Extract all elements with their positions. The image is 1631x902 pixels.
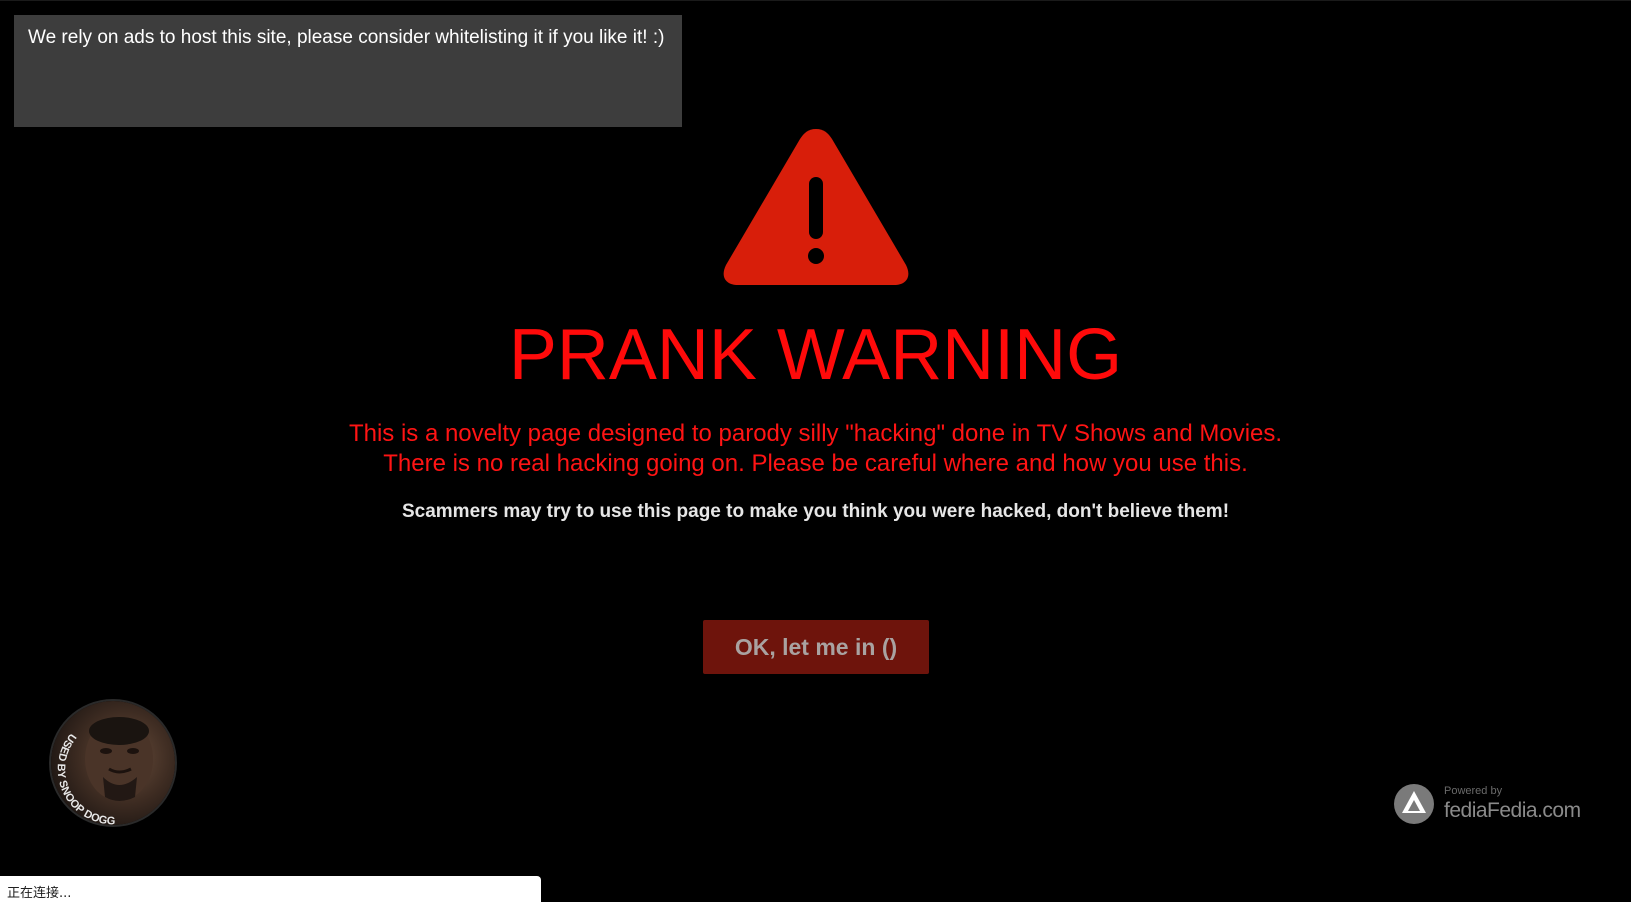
novelty-notice-line-1: This is a novelty page designed to parod… <box>348 420 1283 447</box>
ad-placeholder: We rely on ads to host this site, please… <box>14 15 682 127</box>
prank-warning-page: We rely on ads to host this site, please… <box>0 0 1631 902</box>
fediafedia-logo-icon <box>1394 784 1434 824</box>
page-title: PRANK WARNING <box>508 315 1123 395</box>
snoop-dogg-portrait-icon: USED BY SNOOP DOGG <box>55 717 153 825</box>
scam-notice: Scammers may try to use this page to mak… <box>401 501 1230 522</box>
powered-by-label: Powered by <box>1444 785 1503 797</box>
novelty-notice-line-2: There is no real hacking going on. Pleas… <box>383 450 1248 477</box>
snoop-dogg-badge[interactable]: USED BY SNOOP DOGG <box>51 701 175 825</box>
novelty-notice: This is a novelty page designed to parod… <box>0 419 1631 479</box>
powered-by-brand: fediaFedia.com <box>1444 799 1581 822</box>
browser-status-bar: 正在连接... <box>0 876 541 902</box>
ad-notice-text: We rely on ads to host this site, please… <box>28 27 665 48</box>
warning-triangle-icon <box>723 129 909 285</box>
powered-by-link[interactable]: Powered by fediaFedia.com <box>1393 781 1593 831</box>
ok-let-me-in-button[interactable]: OK, let me in () <box>703 620 929 674</box>
status-text: 正在连接... <box>7 886 72 901</box>
